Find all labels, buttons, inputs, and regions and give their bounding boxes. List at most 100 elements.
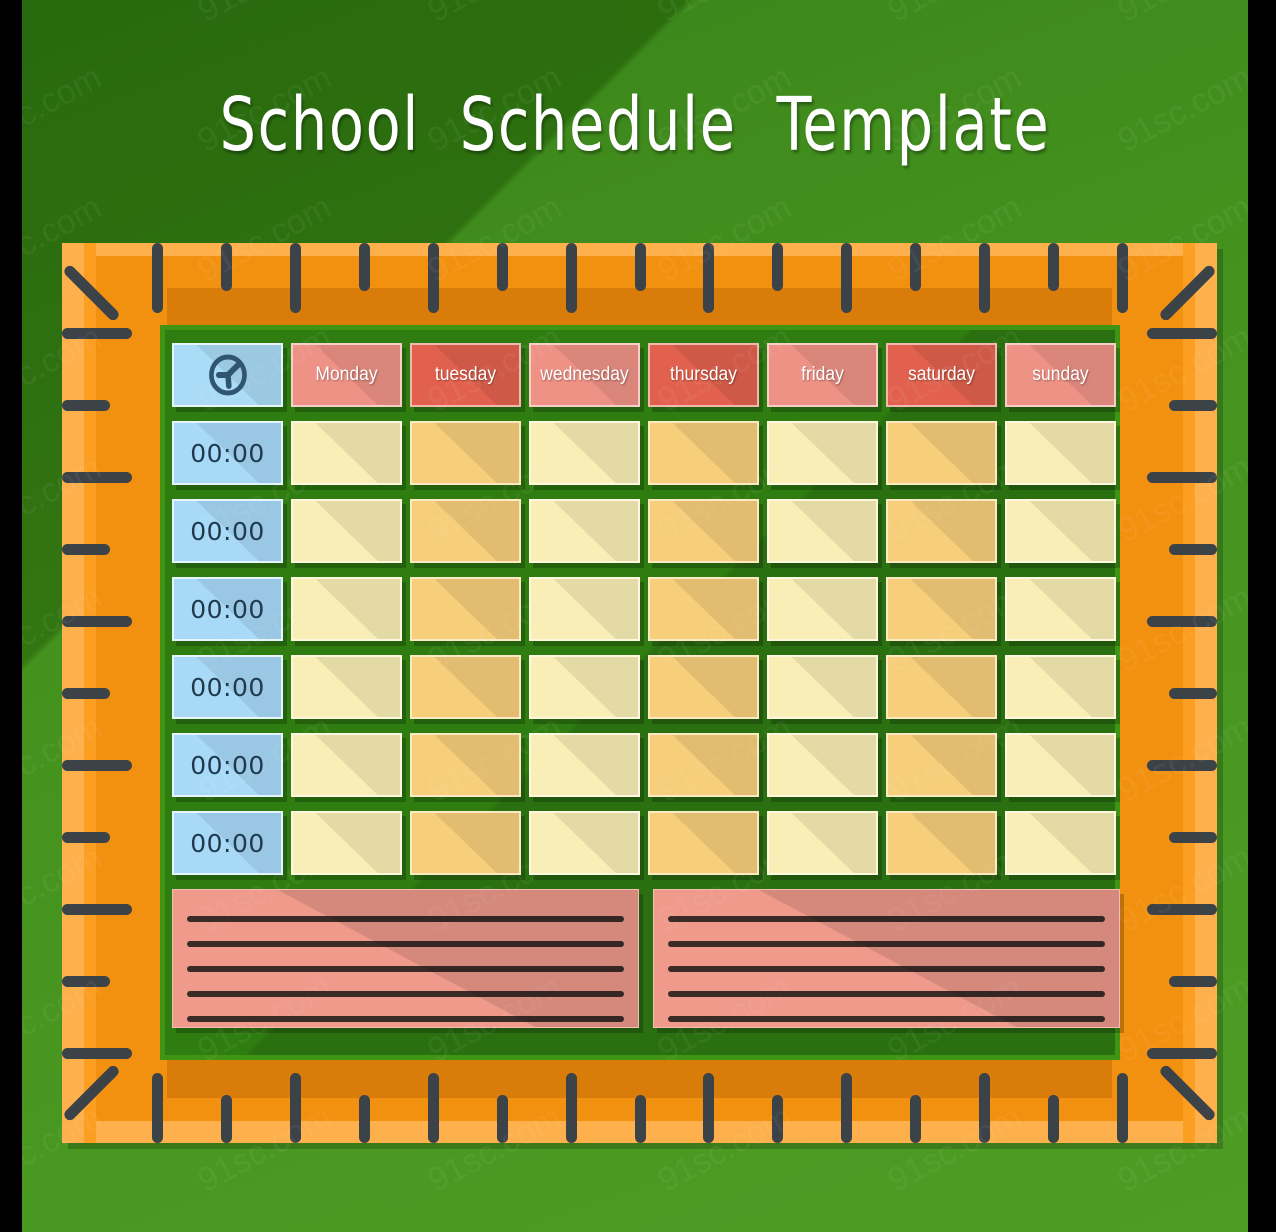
schedule-cell-r0-c1[interactable]	[410, 421, 521, 485]
schedule-cell-r4-c3[interactable]	[648, 733, 759, 797]
ruler-tick-left-7	[62, 832, 110, 843]
schedule-cell-text	[416, 579, 514, 639]
time-cell-1[interactable]: 00:00	[172, 499, 283, 563]
notes-panel-left[interactable]	[172, 889, 639, 1028]
schedule-cell-r4-c5[interactable]	[886, 733, 997, 797]
time-cell-2[interactable]: 00:00	[172, 577, 283, 641]
schedule-cell-text	[773, 579, 871, 639]
schedule-cell-r4-c0[interactable]	[291, 733, 402, 797]
schedule-cell-r0-c3[interactable]	[648, 421, 759, 485]
ruler-tick-top-0	[152, 243, 163, 313]
schedule-cell-text	[535, 813, 633, 873]
schedule-cell-r3-c6[interactable]	[1005, 655, 1116, 719]
day-header-label: wednesday	[540, 364, 629, 385]
schedule-cell-r3-c2[interactable]	[529, 655, 640, 719]
notes-row	[172, 889, 1120, 1028]
schedule-cell-r1-c5[interactable]	[886, 499, 997, 563]
schedule-cell-r2-c6[interactable]	[1005, 577, 1116, 641]
schedule-cell-r1-c4[interactable]	[767, 499, 878, 563]
schedule-cell-r5-c6[interactable]	[1005, 811, 1116, 875]
schedule-cell-r1-c1[interactable]	[410, 499, 521, 563]
ruler-tick-left-8	[62, 904, 132, 915]
schedule-row: 00:00	[172, 421, 1120, 485]
day-header-label: saturday	[907, 364, 976, 385]
schedule-cell-r4-c1[interactable]	[410, 733, 521, 797]
schedule-cell-r4-c2[interactable]	[529, 733, 640, 797]
schedule-cell-r2-c5[interactable]	[886, 577, 997, 641]
schedule-cell-r5-c3[interactable]	[648, 811, 759, 875]
time-cell-3[interactable]: 00:00	[172, 655, 283, 719]
schedule-cell-text	[892, 579, 990, 639]
schedule-cell-r5-c1[interactable]	[410, 811, 521, 875]
schedule-cell-r3-c3[interactable]	[648, 655, 759, 719]
grid-gap	[283, 733, 291, 797]
notes-panel-right[interactable]	[653, 889, 1120, 1028]
grid-gap	[759, 343, 767, 407]
grid-gap	[997, 655, 1005, 719]
day-header-friday[interactable]: friday	[767, 343, 878, 407]
day-header-saturday[interactable]: saturday	[886, 343, 997, 407]
ruler-tick-left-1	[62, 400, 110, 411]
grid-gap	[878, 811, 886, 875]
note-rule-line	[187, 941, 624, 947]
schedule-cell-r5-c5[interactable]	[886, 811, 997, 875]
grid-gap-row	[172, 797, 1120, 811]
schedule-cell-r5-c2[interactable]	[529, 811, 640, 875]
day-header-label: Monday	[315, 364, 378, 385]
schedule-cell-r2-c4[interactable]	[767, 577, 878, 641]
schedule-cell-text	[535, 579, 633, 639]
day-header-monday[interactable]: Monday	[291, 343, 402, 407]
day-header-wednesday[interactable]: wednesday	[529, 343, 640, 407]
time-cell-4[interactable]: 00:00	[172, 733, 283, 797]
ruler-tick-bottom-3	[358, 1095, 370, 1143]
schedule-cell-r0-c6[interactable]	[1005, 421, 1116, 485]
schedule-cell-r3-c0[interactable]	[291, 655, 402, 719]
schedule-cell-r2-c3[interactable]	[648, 577, 759, 641]
schedule-cell-r3-c5[interactable]	[886, 655, 997, 719]
grid-gap	[759, 499, 767, 563]
ruler-tick-right-1	[1169, 400, 1217, 411]
day-header-tuesday[interactable]: tuesday	[410, 343, 521, 407]
schedule-cell-r1-c6[interactable]	[1005, 499, 1116, 563]
grid-gap	[640, 577, 648, 641]
ruler-tick-left-2	[62, 472, 132, 483]
schedule-cell-r1-c0[interactable]	[291, 499, 402, 563]
schedule-cell-r5-c0[interactable]	[291, 811, 402, 875]
day-header-label: tuesday	[434, 364, 497, 385]
page-title: School Schedule Template	[219, 82, 1051, 168]
schedule-cell-r5-c4[interactable]	[767, 811, 878, 875]
schedule-cell-r0-c4[interactable]	[767, 421, 878, 485]
day-header-sunday[interactable]: sunday	[1005, 343, 1116, 407]
schedule-cell-text	[773, 657, 871, 717]
schedule-cell-r3-c1[interactable]	[410, 655, 521, 719]
note-rule-line	[187, 991, 624, 997]
schedule-cell-text	[297, 813, 395, 873]
grid-gap	[640, 343, 648, 407]
schedule-cell-r2-c0[interactable]	[291, 577, 402, 641]
schedule-cell-r3-c4[interactable]	[767, 655, 878, 719]
grid-gap	[402, 421, 410, 485]
schedule-cell-r2-c1[interactable]	[410, 577, 521, 641]
note-lines	[654, 890, 1119, 1027]
grid-gap	[521, 655, 529, 719]
time-label: 00:00	[190, 750, 265, 780]
ruler-tick-left-3	[62, 544, 110, 555]
schedule-cell-r0-c5[interactable]	[886, 421, 997, 485]
ruler-tick-right-6	[1147, 760, 1217, 771]
time-cell-5[interactable]: 00:00	[172, 811, 283, 875]
schedule-cell-r0-c0[interactable]	[291, 421, 402, 485]
grid-gap	[402, 733, 410, 797]
schedule-cell-r4-c6[interactable]	[1005, 733, 1116, 797]
day-header-thursday[interactable]: thursday	[648, 343, 759, 407]
grid-gap	[878, 655, 886, 719]
schedule-cell-r0-c2[interactable]	[529, 421, 640, 485]
schedule-cell-r4-c4[interactable]	[767, 733, 878, 797]
schedule-cell-r1-c3[interactable]	[648, 499, 759, 563]
ruler-tick-top-5	[496, 243, 508, 291]
time-cell-0[interactable]: 00:00	[172, 421, 283, 485]
schedule-cell-text	[535, 423, 633, 483]
schedule-cell-r1-c2[interactable]	[529, 499, 640, 563]
grid-gap	[640, 421, 648, 485]
time-label: 00:00	[190, 828, 265, 858]
schedule-cell-r2-c2[interactable]	[529, 577, 640, 641]
